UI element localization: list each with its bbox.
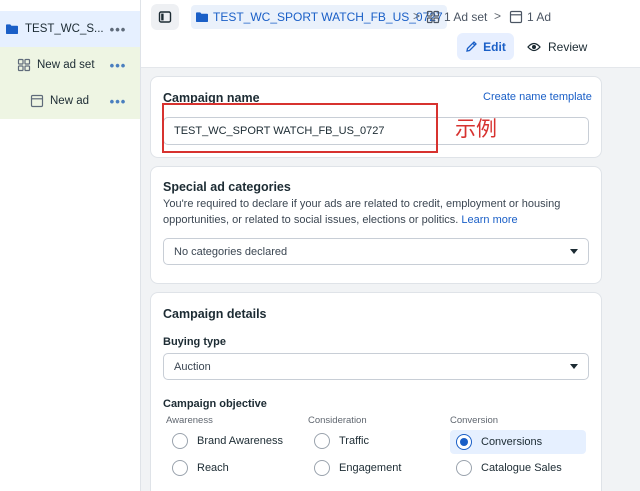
tree-item-ad[interactable]: New ad ••• xyxy=(0,83,140,119)
more-options-icon[interactable]: ••• xyxy=(106,23,130,36)
special-ad-categories-description: You're required to declare if your ads a… xyxy=(163,198,561,226)
breadcrumb-separator: > xyxy=(494,9,502,23)
campaign-objective-label: Campaign objective xyxy=(163,398,267,410)
tree-item-adset[interactable]: New ad set ••• xyxy=(0,47,140,83)
create-name-template-link[interactable]: Create name template xyxy=(483,91,592,103)
special-ad-categories-value: No categories declared xyxy=(174,245,288,258)
buying-type-select[interactable]: Auction xyxy=(163,353,589,380)
tree-item-adset-label: New ad set xyxy=(37,59,95,71)
tree-item-ad-label: New ad xyxy=(50,95,89,107)
objective-catalogue-sales[interactable]: Catalogue Sales xyxy=(456,457,562,479)
grid-icon xyxy=(426,10,440,24)
more-options-icon[interactable]: ••• xyxy=(106,59,130,72)
radio-button[interactable] xyxy=(314,460,330,476)
radio-button-selected[interactable] xyxy=(456,434,472,450)
radio-button[interactable] xyxy=(172,460,188,476)
breadcrumb-adset[interactable]: 1 Ad set xyxy=(426,5,487,29)
folder-icon xyxy=(196,12,208,22)
more-options-icon[interactable]: ••• xyxy=(106,95,130,108)
campaign-details-card: Campaign details Buying type Auction Cam… xyxy=(150,292,602,491)
breadcrumb-ad-label: 1 Ad xyxy=(527,10,552,24)
annotation-highlight-box xyxy=(162,103,438,153)
breadcrumb-adset-label: 1 Ad set xyxy=(444,10,488,24)
consideration-column-label: Consideration xyxy=(308,415,367,426)
radio-button[interactable] xyxy=(456,460,472,476)
conversion-column-label: Conversion xyxy=(450,415,499,426)
annotation-text: 示例 xyxy=(455,117,497,141)
review-button-label: Review xyxy=(548,39,588,54)
learn-more-link[interactable]: Learn more xyxy=(461,214,517,226)
radio-button[interactable] xyxy=(172,433,188,449)
sidebar-panel-icon xyxy=(158,11,172,23)
campaign-tree-sidebar: TEST_WC_S... ••• New ad set ••• New ad •… xyxy=(0,0,141,491)
special-ad-categories-title: Special ad categories xyxy=(163,180,291,194)
grid-icon xyxy=(17,58,31,72)
pencil-icon xyxy=(466,41,478,52)
caret-down-icon xyxy=(570,364,578,369)
breadcrumb-campaign[interactable]: TEST_WC_SPORT WATCH_FB_US_0727 xyxy=(191,5,447,29)
breadcrumb-separator: > xyxy=(413,9,421,23)
sidebar-toggle-button[interactable] xyxy=(151,4,179,30)
tree-item-campaign-label: TEST_WC_S... xyxy=(25,23,104,35)
edit-button[interactable]: Edit xyxy=(457,33,514,60)
objective-engagement[interactable]: Engagement xyxy=(314,457,401,479)
awareness-column-label: Awareness xyxy=(166,415,213,426)
tree-item-campaign[interactable]: TEST_WC_S... ••• xyxy=(0,11,140,47)
breadcrumb-ad[interactable]: 1 Ad xyxy=(509,5,551,29)
folder-icon xyxy=(5,22,19,36)
review-button[interactable]: Review xyxy=(527,33,587,60)
breadcrumb-campaign-label: TEST_WC_SPORT WATCH_FB_US_0727 xyxy=(213,10,443,24)
campaign-details-title: Campaign details xyxy=(163,307,267,321)
buying-type-label: Buying type xyxy=(163,336,226,348)
ad-page-icon xyxy=(509,10,523,24)
objective-conversions[interactable]: Conversions xyxy=(450,430,586,454)
objective-reach[interactable]: Reach xyxy=(172,457,229,479)
buying-type-value: Auction xyxy=(174,360,211,373)
special-ad-categories-select[interactable]: No categories declared xyxy=(163,238,589,265)
edit-button-label: Edit xyxy=(483,39,506,54)
radio-button[interactable] xyxy=(314,433,330,449)
objective-traffic[interactable]: Traffic xyxy=(314,430,369,452)
eye-icon xyxy=(527,42,541,51)
objective-brand-awareness[interactable]: Brand Awareness xyxy=(172,430,283,452)
top-bar: TEST_WC_SPORT WATCH_FB_US_0727 > 1 Ad se… xyxy=(141,0,640,68)
special-ad-categories-card: Special ad categories You're required to… xyxy=(150,166,602,284)
ad-page-icon xyxy=(30,94,44,108)
caret-down-icon xyxy=(570,249,578,254)
